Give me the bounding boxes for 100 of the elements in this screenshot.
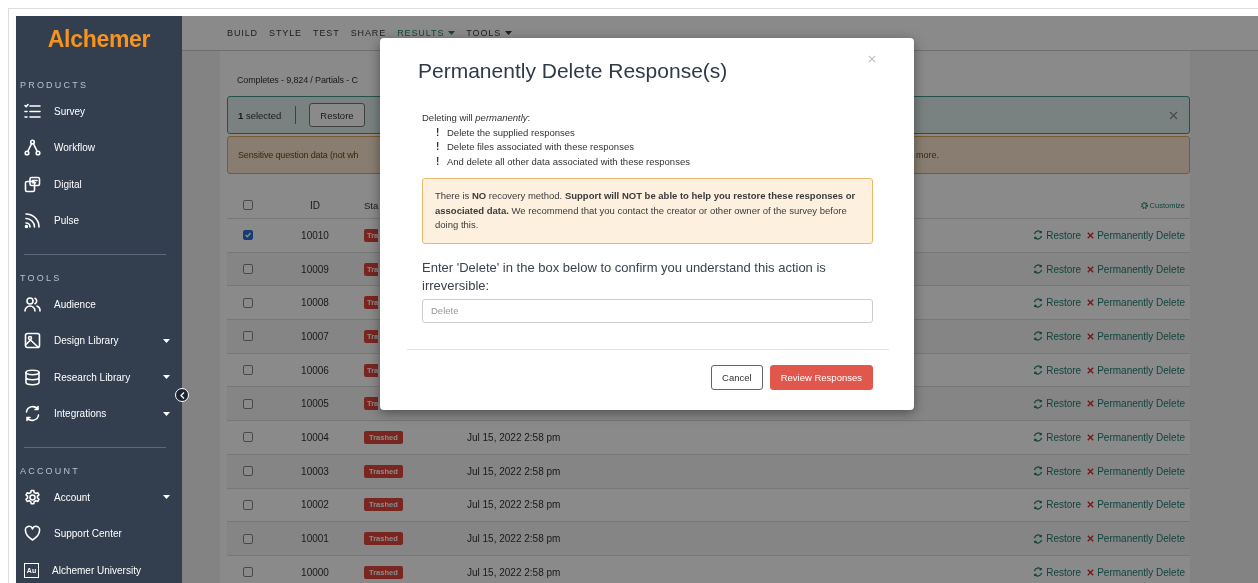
nav-tab[interactable]: SHARE [350,28,387,38]
delete-link[interactable]: Permanently Delete [1087,431,1185,443]
delete-link[interactable]: Permanently Delete [1087,229,1185,241]
gear-icon [1140,201,1148,209]
checkbox[interactable] [243,230,253,241]
id-cell: 10001 [301,533,329,545]
delete-link[interactable]: Permanently Delete [1087,533,1185,545]
sidebar-item[interactable]: Design Library [16,322,182,359]
section-heading: PRODUCTS [20,79,89,92]
delete-link[interactable]: Permanently Delete [1087,263,1185,275]
checkbox[interactable] [243,567,253,578]
date-cell: Jul 15, 2022 2:58 pm [467,566,561,578]
collapse-button[interactable] [175,388,189,402]
learn-more-link[interactable]: more. [916,150,939,160]
delete-link[interactable]: Permanently Delete [1087,364,1185,376]
sidebar-item[interactable]: Research Library [16,359,182,396]
item-label: Audience [54,298,96,310]
restore-link[interactable]: Restore [1033,533,1082,545]
notice-text: Sensitive question data (not wh [238,150,360,160]
checkbox[interactable] [243,331,253,342]
restore-link[interactable]: Restore [1033,465,1082,477]
close-icon [1087,467,1095,475]
nav-tab[interactable]: TOOLS [466,28,513,38]
bullet-text: And delete all other data associated with these responses [447,155,690,167]
exclamation-mark: ! [436,126,441,138]
caret-icon [505,31,513,35]
date-cell: Jul 15, 2022 2:58 pm [467,499,561,511]
warning-alert: There is NO recovery method. Support will NOT be able to help you restore these responses or associated data. We recommend that you contact the creator or other owner of the survey before doing this. [422,178,873,244]
checkbox[interactable] [243,398,253,409]
item-label: Digital [54,178,82,190]
sync-icon [1033,297,1044,308]
nodes-icon [24,139,41,157]
sync-icon [1033,533,1044,544]
nav-tab[interactable]: BUILD [227,28,258,38]
restore-link[interactable]: Restore [1033,398,1082,410]
review-button[interactable]: Review Responses [769,364,873,390]
item-label: Pulse [54,215,79,227]
cancel-button[interactable]: Cancel [711,364,763,390]
sync-icon [1033,466,1044,477]
sidebar-item[interactable]: Pulse [16,202,182,239]
nav-tab[interactable]: RESULTS [397,28,456,38]
delete-link[interactable]: Permanently Delete [1087,566,1185,578]
selection-count: 1 selected [238,109,282,121]
sidebar-item[interactable]: Support Center [16,515,182,552]
restore-link[interactable]: Restore [1033,499,1082,511]
item-label: Survey [54,105,86,117]
item-label: Workflow [54,142,95,154]
checkbox[interactable] [243,200,253,210]
sidebar-item[interactable]: Integrations [16,395,182,432]
delete-link[interactable]: Permanently Delete [1087,398,1185,410]
restore-link[interactable]: Restore [1033,297,1082,309]
date-cell: Jul 15, 2022 2:58 pm [467,533,561,545]
checkbox[interactable] [243,264,253,275]
checkbox[interactable] [243,297,253,308]
close-icon [1087,535,1095,543]
delete-link[interactable]: Permanently Delete [1087,465,1185,477]
sidebar-item[interactable]: Workflow [16,129,182,166]
database-icon [24,368,41,386]
sync-icon [1033,365,1044,376]
delete-link[interactable]: Permanently Delete [1087,297,1185,309]
sidebar-item[interactable]: Digital [16,166,182,203]
item-label: Account [54,491,91,503]
restore-button[interactable]: Restore [309,103,365,127]
checklist-icon [24,102,41,120]
restore-link[interactable]: Restore [1033,431,1082,443]
nav-tab[interactable]: TEST [313,28,340,38]
checkbox[interactable] [243,432,253,443]
nav-tab[interactable]: STYLE [269,28,303,38]
id-cell: 10006 [301,364,329,376]
restore-link[interactable]: Restore [1033,364,1082,376]
sync-icon [1033,398,1044,409]
restore-link[interactable]: Restore [1033,263,1082,275]
sidebar-item[interactable]: Survey [16,93,182,130]
item-label: Integrations [54,408,107,420]
checkbox[interactable] [243,533,253,544]
confirm-input[interactable]: Delete [422,298,873,323]
sync-icon [1033,567,1044,578]
close-icon[interactable] [868,55,876,63]
close-icon[interactable] [1169,110,1178,120]
delete-link[interactable]: Permanently Delete [1087,330,1185,342]
checkbox[interactable] [243,466,253,477]
sync-icon [24,405,41,423]
sync-icon [1033,331,1044,342]
close-icon [1087,231,1095,239]
restore-link[interactable]: Restore [1033,229,1082,241]
sync-icon [1033,230,1044,241]
restore-link[interactable]: Restore [1033,330,1082,342]
sync-icon [1033,499,1044,510]
sidebar-item[interactable]: Audience [16,286,182,323]
caret-icon [163,338,170,343]
restore-link[interactable]: Restore [1033,566,1082,578]
date-cell: Jul 15, 2022 2:58 pm [467,431,561,443]
sidebar-item[interactable]: Account [16,479,182,516]
caret-icon [448,31,456,35]
checkbox[interactable] [243,365,253,376]
image-icon [24,332,41,350]
response-summary: Completes - 9,824 / Partials - C [237,74,358,87]
checkbox[interactable] [243,499,253,510]
delete-link[interactable]: Permanently Delete [1087,499,1185,511]
close-icon [1087,366,1095,374]
